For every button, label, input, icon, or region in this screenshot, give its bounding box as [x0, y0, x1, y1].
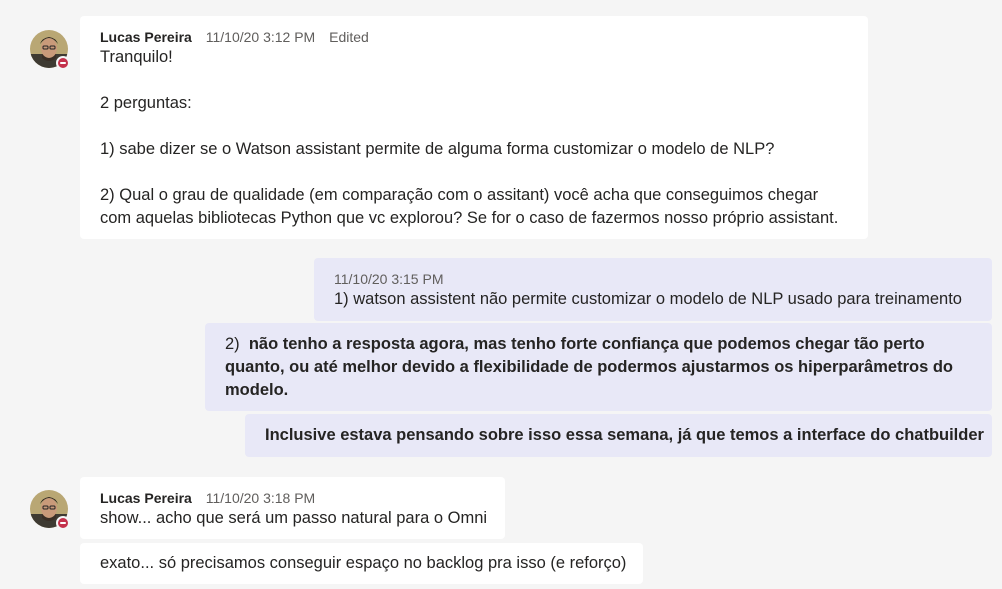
message-bubble[interactable]: Lucas Pereira 11/10/20 3:12 PM Edited Tr…: [80, 16, 868, 239]
timestamp: 11/10/20 3:15 PM: [334, 271, 444, 287]
message-header: Lucas Pereira 11/10/20 3:12 PM Edited: [100, 28, 848, 46]
message-line: quanto, ou até melhor devido a flexibili…: [225, 358, 953, 376]
message-line: modelo.: [225, 381, 289, 399]
message-text: show... acho que será um passo natural p…: [100, 509, 488, 527]
author-name[interactable]: Lucas Pereira: [100, 490, 192, 506]
timestamp: 11/10/20 3:18 PM: [205, 490, 316, 506]
message-line: 1) sabe dizer se o Watson assistant perm…: [100, 140, 775, 158]
message-line-text: não tenho a resposta agora, mas tenho fo…: [248, 335, 925, 353]
timestamp: 11/10/20 3:12 PM: [205, 29, 316, 45]
busy-presence-icon: [56, 56, 70, 70]
avatar[interactable]: [30, 30, 70, 70]
message-text: exato... só precisamos conseguir espaço …: [100, 554, 627, 572]
message-bubble[interactable]: Inclusive estava pensando sobre isso ess…: [245, 414, 992, 457]
message-line: Tranquilo!: [100, 48, 173, 66]
avatar[interactable]: [30, 490, 70, 530]
list-number: 2): [225, 335, 240, 353]
message-line: 2) não tenho a resposta agora, mas tenho…: [225, 333, 972, 356]
message-bubble[interactable]: exato... só precisamos conseguir espaço …: [80, 543, 643, 584]
author-name[interactable]: Lucas Pereira: [100, 29, 192, 45]
busy-presence-icon: [56, 516, 70, 530]
message-line: 2 perguntas:: [100, 94, 192, 112]
message-bubble[interactable]: 11/10/20 3:15 PM 1) watson assistent não…: [314, 258, 992, 321]
message-bubble[interactable]: 2) não tenho a resposta agora, mas tenho…: [205, 323, 992, 411]
chat-thread: Lucas Pereira 11/10/20 3:12 PM Edited Tr…: [0, 0, 1002, 589]
message-text: 1) watson assistent não permite customiz…: [334, 290, 962, 308]
edited-label: Edited: [329, 29, 369, 45]
message-line: 2) Qual o grau de qualidade (em comparaç…: [100, 186, 819, 204]
message-text: Inclusive estava pensando sobre isso ess…: [265, 426, 984, 444]
message-header: Lucas Pereira 11/10/20 3:18 PM: [100, 489, 485, 507]
message-bubble[interactable]: Lucas Pereira 11/10/20 3:18 PM show... a…: [80, 477, 505, 539]
message-line: com aquelas bibliotecas Python que vc ex…: [100, 209, 839, 227]
